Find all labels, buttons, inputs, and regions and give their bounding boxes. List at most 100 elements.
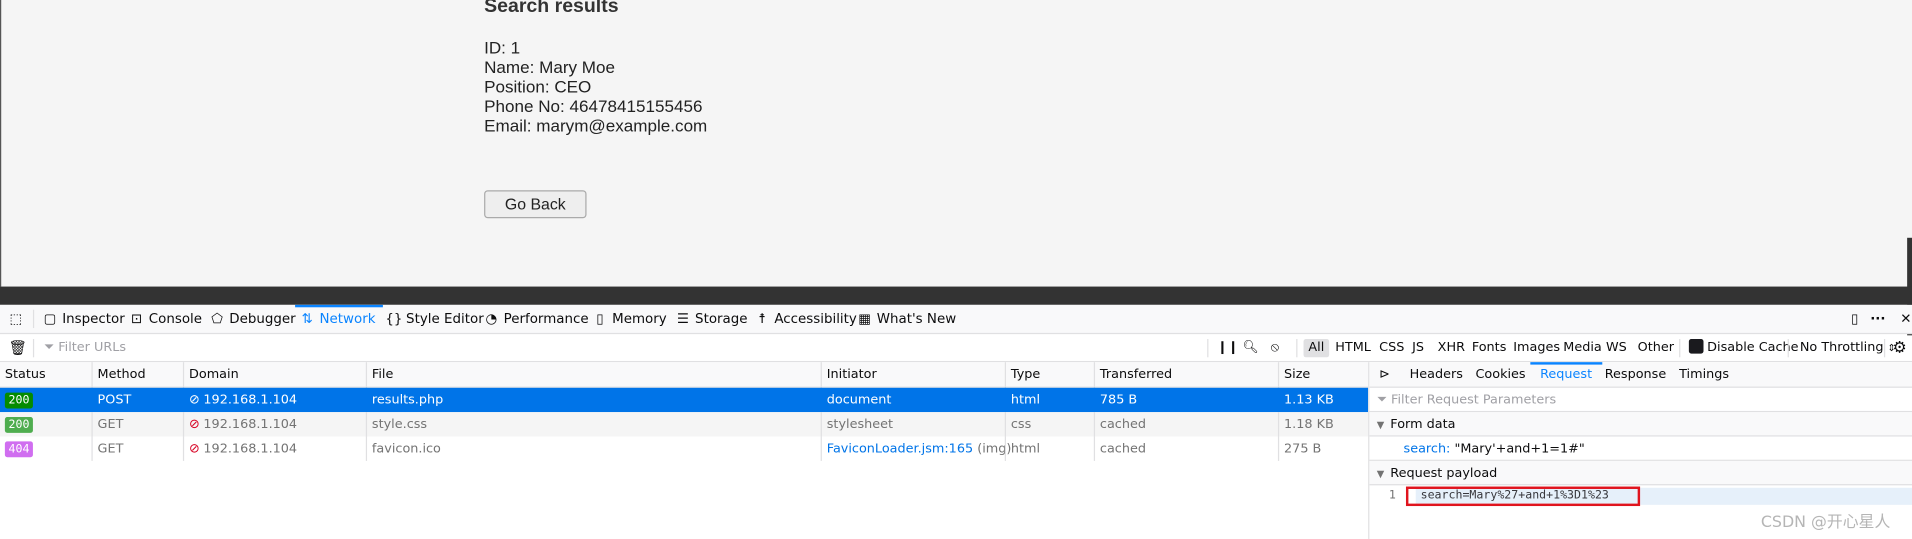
- tab-cookies[interactable]: Cookies: [1475, 362, 1525, 386]
- column-status[interactable]: Status: [0, 362, 91, 386]
- initiator: document: [820, 387, 1005, 413]
- tab-timings[interactable]: Timings: [1679, 362, 1729, 386]
- method: GET: [91, 412, 182, 437]
- tab-label: Inspector: [62, 310, 125, 327]
- ellipsis-icon: ···: [1870, 310, 1886, 327]
- filter-xhr[interactable]: XHR: [1438, 335, 1465, 361]
- tab-response[interactable]: Response: [1605, 362, 1667, 386]
- gauge-icon: ◔: [485, 310, 498, 327]
- tab-label: Console: [148, 310, 203, 327]
- tab-debugger[interactable]: ⬠ Debugger: [209, 305, 295, 333]
- result-email: Email: marym@example.com: [484, 115, 708, 136]
- tab-inspector[interactable]: ▢ Inspector: [41, 305, 125, 333]
- form-data-row: search: "Mary'+and+1=1#": [1369, 437, 1912, 461]
- block-button[interactable]: ⦸: [1271, 335, 1279, 361]
- filter-params-input[interactable]: ⏷ Filter Request Parameters: [1369, 388, 1912, 413]
- file: style.css: [365, 412, 821, 437]
- type: css: [1004, 412, 1094, 437]
- tab-whats-new[interactable]: ▦ What's New: [856, 305, 956, 333]
- tab-performance[interactable]: ◔ Performance: [483, 305, 589, 333]
- insecure-lock-icon: ⊘: [189, 417, 200, 432]
- tab-storage[interactable]: ☰ Storage: [674, 305, 748, 333]
- gift-icon: ▦: [858, 310, 871, 327]
- tab-memory[interactable]: ▯ Memory: [591, 305, 666, 333]
- tab-console[interactable]: ⊡ Console: [128, 305, 202, 333]
- filter-js[interactable]: JS: [1412, 335, 1424, 361]
- throttling-select[interactable]: No Throttling ⇕: [1800, 335, 1896, 361]
- devtools-splitter[interactable]: [0, 286, 1912, 305]
- filter-icon: ⏷: [43, 340, 55, 355]
- tab-label: Memory: [612, 310, 667, 327]
- trash-icon: 🗑: [8, 338, 28, 357]
- column-size[interactable]: Size: [1277, 362, 1368, 387]
- page-heading: Search results: [484, 0, 619, 18]
- filter-media[interactable]: Media: [1563, 335, 1601, 361]
- tab-style-editor[interactable]: {} Style Editor: [385, 305, 483, 333]
- tab-network[interactable]: ⇅ Network: [295, 304, 383, 333]
- search-icon: 🔍︎: [1242, 340, 1259, 355]
- initiator: stylesheet: [820, 412, 1005, 437]
- tab-request[interactable]: Request: [1530, 362, 1602, 386]
- filter-other[interactable]: Other: [1638, 335, 1674, 361]
- collapse-triangle-icon: ▼: [1376, 468, 1385, 480]
- details-tabs: ⊳ Headers Cookies Request Response Timin…: [1369, 362, 1912, 388]
- size: 1.13 KB: [1277, 387, 1368, 413]
- column-method[interactable]: Method: [91, 362, 182, 387]
- filter-fonts[interactable]: Fonts: [1472, 335, 1507, 361]
- column-initiator[interactable]: Initiator: [820, 362, 1005, 387]
- tab-label: Storage: [695, 310, 748, 327]
- picker-icon: ⬚: [9, 310, 23, 327]
- search-button[interactable]: 🔍︎: [1243, 335, 1259, 361]
- form-data-section[interactable]: ▼ Form data: [1369, 412, 1912, 437]
- column-transferred[interactable]: Transferred: [1093, 362, 1278, 387]
- tab-accessibility[interactable]: ☨ Accessibility: [754, 305, 857, 333]
- gear-icon: ⚙: [1892, 338, 1907, 358]
- transferred: 785 B: [1093, 387, 1278, 413]
- tab-label: Network: [319, 310, 376, 327]
- filter-urls-input[interactable]: ⏷ Filter URLs: [44, 335, 1141, 361]
- responsive-design-button[interactable]: ▯: [1846, 305, 1867, 333]
- column-file[interactable]: File: [365, 362, 821, 387]
- settings-button[interactable]: ⚙: [1893, 335, 1907, 361]
- insecure-lock-icon: ⊘: [189, 392, 200, 408]
- payload-section[interactable]: ▼ Request payload: [1369, 460, 1912, 486]
- filter-params-placeholder: Filter Request Parameters: [1391, 392, 1557, 408]
- devtools-toolbar: ⬚ ▢ Inspector ⊡ Console ⬠ Debugger ⇅ Network…: [0, 304, 1912, 335]
- filter-html[interactable]: HTML: [1335, 335, 1371, 361]
- line-number: 1: [1388, 488, 1396, 503]
- request-row[interactable]: 200 POST ⊘ 192.168.1.104 results.php docu…: [0, 387, 1369, 413]
- filter-ws[interactable]: WS: [1606, 335, 1627, 361]
- close-devtools-button[interactable]: ✕: [1897, 305, 1912, 333]
- file: results.php: [365, 387, 821, 413]
- tab-headers[interactable]: Headers: [1410, 362, 1463, 386]
- column-type[interactable]: Type: [1004, 362, 1094, 387]
- console-icon: ⊡: [130, 310, 143, 327]
- debugger-icon: ⬠: [211, 310, 223, 327]
- more-options-button[interactable]: ···: [1869, 305, 1890, 333]
- responsive-icon: ▯: [1851, 310, 1859, 327]
- status-badge: 200: [4, 392, 34, 409]
- filter-images[interactable]: Images: [1513, 335, 1560, 361]
- column-domain[interactable]: Domain: [182, 362, 366, 387]
- form-data-title: Form data: [1390, 417, 1456, 432]
- tab-label: Accessibility: [774, 310, 857, 327]
- size: 1.18 KB: [1277, 412, 1368, 437]
- watermark: CSDN @开心星人: [1760, 513, 1891, 532]
- disable-cache-checkbox[interactable]: Disable Cache: [1688, 335, 1799, 361]
- request-row[interactable]: 200 GET ⊘ 192.168.1.104 style.css stylesh…: [0, 412, 1369, 437]
- go-back-button[interactable]: Go Back: [484, 190, 587, 219]
- pause-button[interactable]: ❙❙: [1217, 335, 1238, 361]
- method: GET: [91, 436, 182, 461]
- filter-css[interactable]: CSS: [1379, 335, 1404, 361]
- result-id: ID: 1: [484, 37, 521, 58]
- result-name: Name: Mary Moe: [484, 57, 616, 77]
- element-picker-button[interactable]: ⬚: [7, 305, 28, 333]
- clear-button[interactable]: 🗑: [9, 335, 28, 361]
- chip-icon: ▯: [596, 310, 604, 327]
- block-icon: ⦸: [1270, 340, 1279, 355]
- request-row[interactable]: 404 GET ⊘ 192.168.1.104 favicon.ico Favic…: [0, 436, 1368, 461]
- toggle-sidebar-button[interactable]: ⊳: [1379, 362, 1390, 386]
- close-icon: ✕: [1900, 310, 1912, 327]
- filter-all[interactable]: All: [1303, 338, 1330, 358]
- initiator-link[interactable]: FaviconLoader.jsm:165: [827, 441, 973, 456]
